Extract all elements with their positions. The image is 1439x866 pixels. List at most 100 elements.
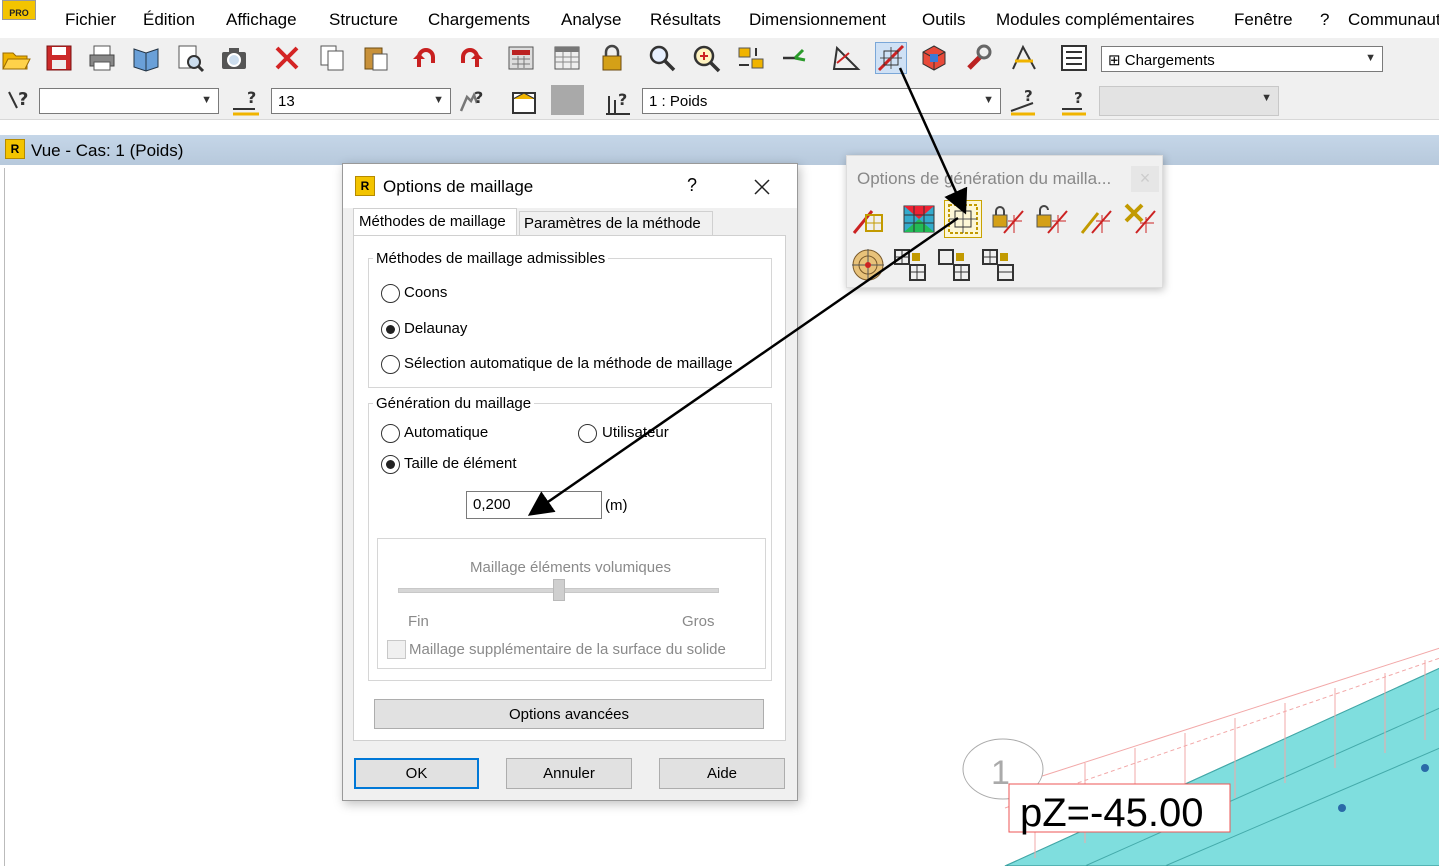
- radio-delaunay-label: Delaunay: [404, 320, 468, 337]
- menu-chargements[interactable]: Chargements: [428, 10, 530, 30]
- mesh-delete-icon[interactable]: [1121, 200, 1159, 238]
- menu-modules[interactable]: Modules complémentaires: [996, 10, 1194, 30]
- node-query-icon[interactable]: ?: [230, 86, 262, 118]
- load-display-icon[interactable]: ?: [1058, 86, 1090, 118]
- paste-icon[interactable]: [360, 42, 392, 74]
- dialog-title-bar: R Options de maillage ?: [343, 164, 797, 208]
- zoom-icon[interactable]: [646, 42, 678, 74]
- dialog-title: Options de maillage: [383, 177, 534, 196]
- cancel-button[interactable]: Annuler: [506, 758, 632, 789]
- measure-icon[interactable]: [830, 42, 862, 74]
- hand-query-icon[interactable]: ?: [456, 86, 488, 118]
- mesh-colored-icon[interactable]: [900, 200, 938, 238]
- secondary-toolbar: ? ▼ ? 13 ▼ ? ? 1 : Poids ▼ ? ? ▼: [0, 82, 1439, 120]
- node-point: [1421, 764, 1429, 772]
- loads-combo[interactable]: ⊞ Chargements ▼: [1101, 46, 1383, 72]
- object-combo[interactable]: ▼: [39, 88, 219, 114]
- mesh-unlock-icon[interactable]: [1033, 200, 1071, 238]
- svg-text:?: ?: [1074, 89, 1083, 107]
- radio-auto-method[interactable]: [381, 355, 400, 374]
- radio-coons[interactable]: [381, 284, 400, 303]
- camera-icon[interactable]: [218, 42, 250, 74]
- radio-taille-element[interactable]: [381, 455, 400, 474]
- frame-icon[interactable]: [508, 86, 540, 118]
- tab-parametres[interactable]: Paramètres de la méthode: [519, 211, 713, 236]
- save-icon[interactable]: [43, 42, 75, 74]
- tables-list-icon[interactable]: [1058, 42, 1090, 74]
- menu-help[interactable]: ?: [1320, 10, 1329, 30]
- mesh-lock-icon[interactable]: [989, 200, 1027, 238]
- mesh-options-dialog: R Options de maillage ? Méthodes de mail…: [342, 163, 798, 801]
- color-swatch[interactable]: [551, 85, 584, 115]
- group-generation-title: Génération du maillage: [373, 395, 535, 412]
- menu-analyse[interactable]: Analyse: [561, 10, 621, 30]
- cube-icon[interactable]: [918, 42, 950, 74]
- lock-icon[interactable]: [596, 42, 628, 74]
- mesh-coarsen-icon[interactable]: [935, 246, 973, 284]
- app-logo[interactable]: PRO: [2, 0, 36, 20]
- view-app-icon: R: [5, 139, 25, 159]
- load-case-combo[interactable]: 1 : Poids ▼: [642, 88, 1001, 114]
- mesh-target-icon[interactable]: [849, 246, 887, 284]
- advanced-options-button[interactable]: Options avancées: [374, 699, 764, 729]
- tab-panel: Méthodes de maillage admissibles Coons D…: [353, 235, 786, 741]
- svg-text:?: ?: [247, 88, 256, 107]
- load-table-icon[interactable]: ?: [1007, 86, 1039, 118]
- solid-surface-checkbox: [387, 640, 406, 659]
- section-icon[interactable]: [735, 42, 767, 74]
- svg-text:?: ?: [18, 89, 28, 110]
- menu-edition[interactable]: Édition: [143, 10, 195, 30]
- menu-fichier[interactable]: Fichier: [65, 10, 116, 30]
- slider-fine-label: Fin: [408, 613, 429, 630]
- copy-icon[interactable]: [316, 42, 348, 74]
- zoom-all-icon[interactable]: [690, 42, 722, 74]
- menu-fenetre[interactable]: Fenêtre: [1234, 10, 1293, 30]
- menu-structure[interactable]: Structure: [329, 10, 398, 30]
- menu-outils[interactable]: Outils: [922, 10, 965, 30]
- mesh-wand-icon[interactable]: [849, 200, 887, 238]
- radio-delaunay[interactable]: [381, 320, 400, 339]
- undo-icon[interactable]: [410, 42, 442, 74]
- view-title: Vue - Cas: 1 (Poids): [31, 141, 184, 160]
- supports-icon[interactable]: [778, 42, 810, 74]
- help-button[interactable]: Aide: [659, 758, 785, 789]
- radio-automatique[interactable]: [381, 424, 400, 443]
- ok-button[interactable]: OK: [354, 758, 479, 789]
- delete-icon[interactable]: [271, 42, 303, 74]
- redo-icon[interactable]: [454, 42, 486, 74]
- svg-text:?: ?: [1024, 87, 1033, 105]
- tab-methodes[interactable]: Méthodes de maillage: [353, 208, 517, 236]
- palette-title: Options de génération du mailla...: [857, 169, 1112, 188]
- palette-close-button[interactable]: ×: [1131, 166, 1159, 192]
- wrench-icon[interactable]: [962, 42, 994, 74]
- preview-icon[interactable]: [174, 42, 206, 74]
- calculator-icon[interactable]: [505, 42, 537, 74]
- print-icon[interactable]: [86, 42, 118, 74]
- group-methods-title: Méthodes de maillage admissibles: [373, 250, 609, 267]
- number-combo-value: 13: [278, 93, 295, 110]
- menu-communaute[interactable]: Communauté: [1348, 10, 1439, 30]
- dialog-help-button[interactable]: ?: [687, 175, 697, 196]
- chevron-down-icon: ▼: [433, 94, 444, 106]
- mesh-options-active-icon[interactable]: [944, 200, 982, 238]
- loads-combo-value: Chargements: [1124, 52, 1215, 69]
- dimension-icon[interactable]: [1008, 42, 1040, 74]
- menu-affichage[interactable]: Affichage: [226, 10, 297, 30]
- mesh-options-icon[interactable]: [875, 42, 907, 74]
- open-icon[interactable]: [0, 42, 32, 74]
- solid-surface-checkbox-label: Maillage supplémentaire de la surface du…: [409, 641, 726, 658]
- main-toolbar: ⊞ Chargements ▼: [0, 38, 1439, 82]
- radio-utilisateur[interactable]: [578, 424, 597, 443]
- mesh-split-icon[interactable]: [979, 246, 1017, 284]
- number-combo[interactable]: 13 ▼: [271, 88, 451, 114]
- load-case-icon[interactable]: ?: [602, 86, 634, 118]
- dialog-close-icon[interactable]: [751, 176, 773, 198]
- table-icon[interactable]: [551, 42, 583, 74]
- element-size-input[interactable]: 0,200: [466, 491, 602, 519]
- menu-dimensionnement[interactable]: Dimensionnement: [749, 10, 886, 30]
- mesh-refine-icon[interactable]: [891, 246, 929, 284]
- menu-resultats[interactable]: Résultats: [650, 10, 721, 30]
- mesh-generate-icon[interactable]: [1077, 200, 1115, 238]
- book-icon[interactable]: [130, 42, 162, 74]
- query-icon[interactable]: ?: [2, 86, 34, 118]
